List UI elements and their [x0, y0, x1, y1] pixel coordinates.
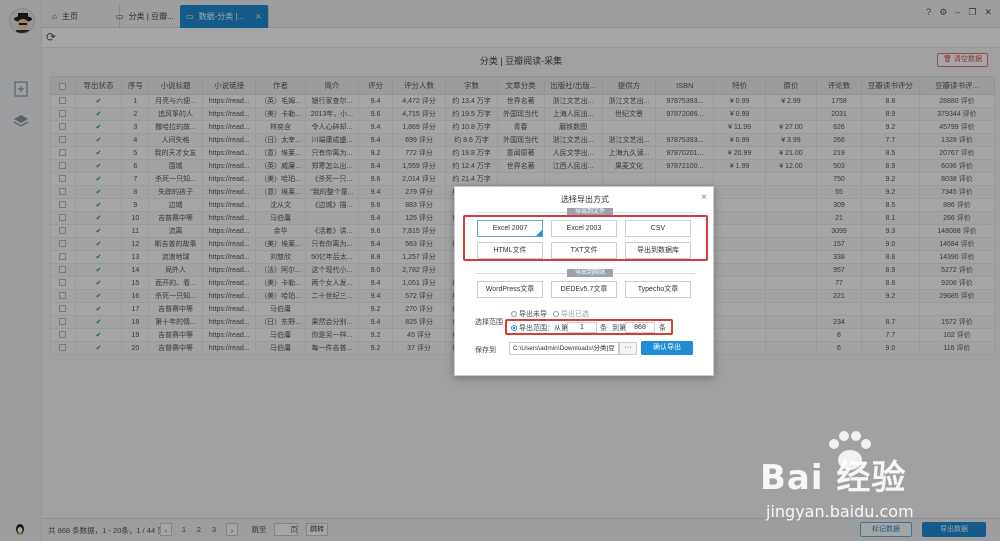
dialog-close-icon[interactable]: ×: [701, 192, 707, 203]
radio-label: 导出未导: [519, 311, 547, 318]
dialog-title: 选择导出方式: [561, 195, 609, 204]
html-option[interactable]: HTML文件: [477, 242, 543, 259]
range-to-input[interactable]: 868: [625, 322, 655, 333]
database-option[interactable]: 导出到数据库: [625, 242, 691, 259]
radio-selected-icon: [511, 325, 517, 332]
confirm-export-button[interactable]: 确认导出: [641, 341, 693, 355]
export-selected-radio[interactable]: 导出已选: [553, 309, 589, 319]
to-label: 到第: [612, 325, 626, 332]
radio-label: 导出范围：从第: [519, 325, 568, 332]
wordpress-option[interactable]: WordPress文章: [477, 281, 543, 298]
export-unexported-radio[interactable]: 导出未导: [511, 309, 547, 319]
radio-icon: [553, 311, 559, 318]
browse-button[interactable]: ···: [619, 342, 637, 355]
typecho-option[interactable]: Typecho文章: [625, 281, 691, 298]
export-range-radio[interactable]: 导出范围：从第: [511, 323, 568, 333]
export-dialog: 选择导出方式 × 导出到文件 Excel 2007 Excel 2003 CSV…: [454, 186, 714, 376]
radio-icon: [511, 311, 517, 318]
baidu-jingyan-watermark: Bai 经验 jingyan.baidu.com: [740, 430, 990, 530]
range-label: 选择范围: [475, 319, 503, 326]
unit-label: 条: [659, 325, 666, 332]
watermark-brand: Bai 经验: [760, 458, 907, 498]
csv-option[interactable]: CSV: [625, 220, 691, 237]
dede-option[interactable]: DEDEv5.7文章: [551, 281, 617, 298]
watermark-url: jingyan.baidu.com: [766, 502, 914, 521]
save-to-label: 保存到: [475, 347, 496, 354]
radio-label: 导出已选: [561, 311, 589, 318]
excel-2007-option[interactable]: Excel 2007: [477, 220, 543, 237]
txt-option[interactable]: TXT文件: [551, 242, 617, 259]
unit-label: 条: [600, 325, 607, 332]
excel-2003-option[interactable]: Excel 2003: [551, 220, 617, 237]
section-export-site: 导出到网站: [567, 269, 613, 277]
save-path-input[interactable]: C:\Users\admin\Downloads\分类|豆: [509, 342, 619, 355]
range-from-input[interactable]: 1: [567, 322, 597, 333]
